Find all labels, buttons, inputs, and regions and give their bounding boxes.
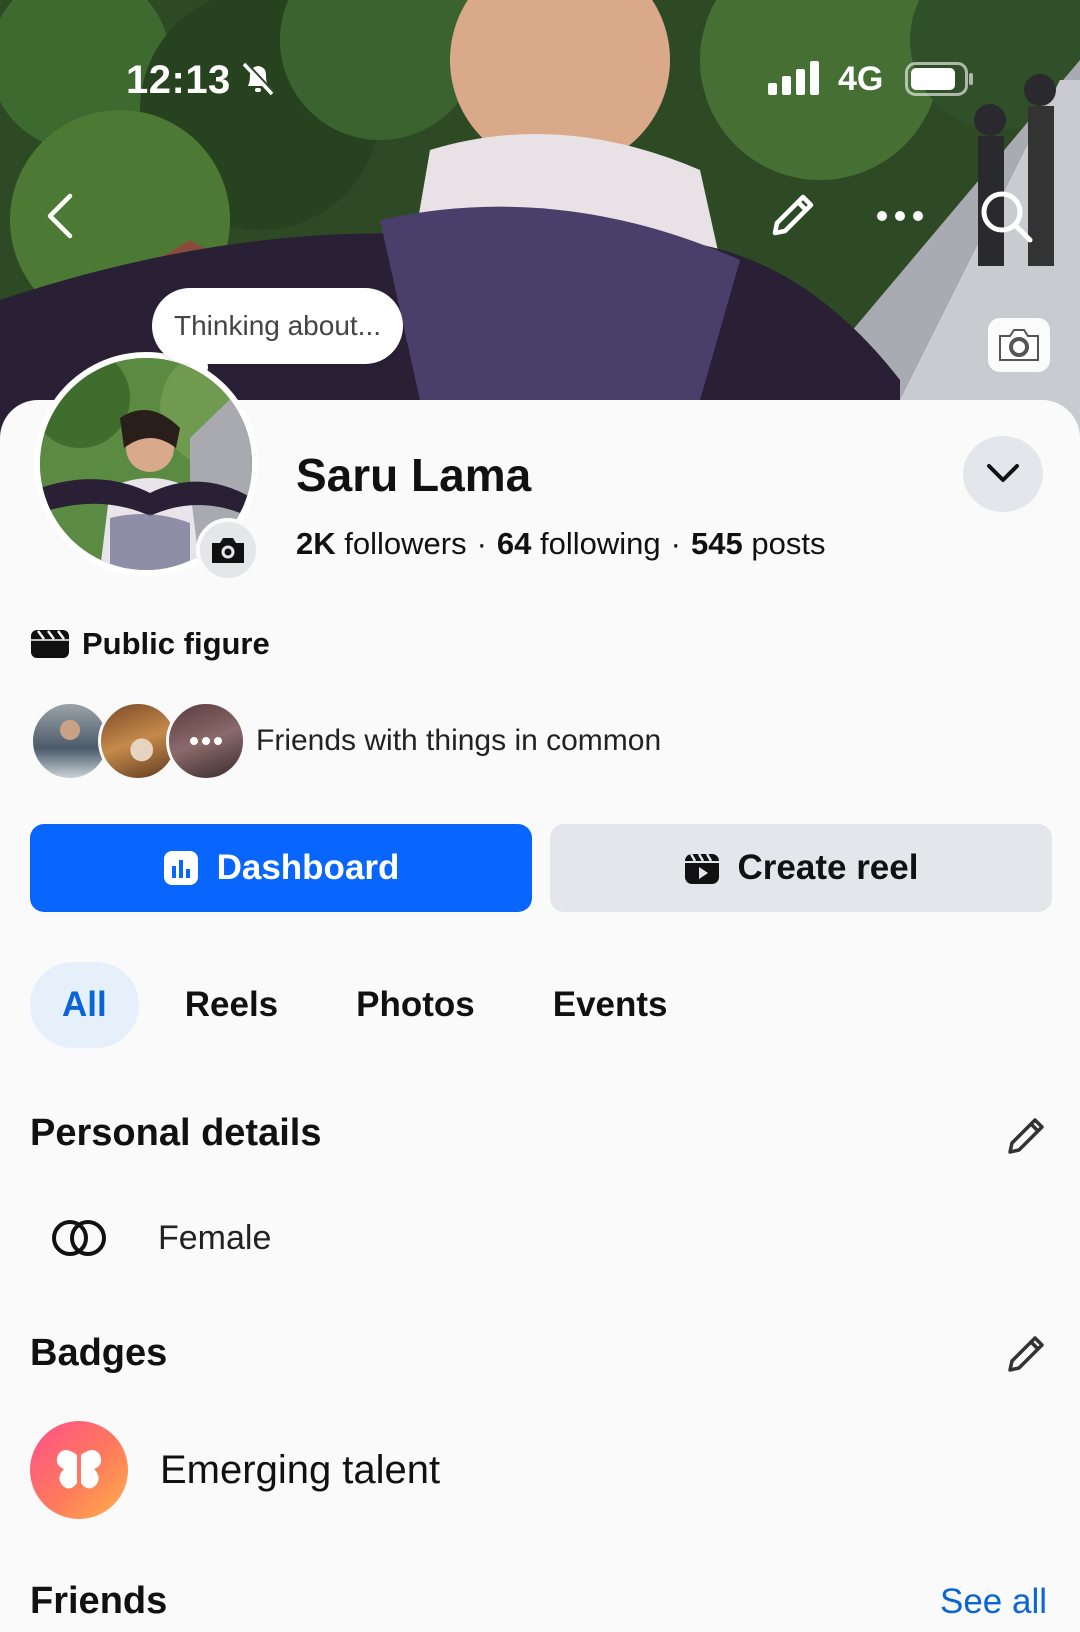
chevron-down-icon [987, 464, 1019, 482]
cover-top-nav [0, 186, 1080, 246]
more-dots-icon [190, 737, 222, 745]
thought-bubble-text: Thinking about... [174, 310, 382, 341]
butterfly-icon [56, 1450, 102, 1489]
tab-photos[interactable]: Photos [324, 962, 507, 1048]
mutual-friend-avatar [166, 701, 246, 781]
profile-category-label: Public figure [82, 626, 270, 661]
gender-label: Female [158, 1218, 272, 1257]
bar-chart-icon [163, 851, 198, 885]
edit-profile-button[interactable] [762, 186, 822, 246]
thought-bubble[interactable]: Thinking about... [152, 288, 404, 364]
edit-cover-photo-button[interactable] [988, 318, 1050, 372]
dashboard-button[interactable]: Dashboard [30, 824, 532, 912]
gender-rings-icon [52, 1220, 106, 1256]
edit-personal-details-button[interactable] [1000, 1110, 1052, 1162]
stats-separator: · [476, 526, 487, 561]
profile-name: Saru Lama [296, 449, 532, 501]
more-options-button[interactable] [870, 186, 930, 246]
badge-icon-circle [30, 1421, 128, 1519]
posts-label: posts [751, 526, 826, 561]
badges-title: Badges [30, 1332, 168, 1374]
pencil-icon [772, 194, 814, 236]
tab-reels[interactable]: Reels [153, 962, 310, 1048]
network-type: 4G [838, 60, 884, 98]
profile-tabs: All Reels Photos Events [30, 962, 714, 1048]
tab-all[interactable]: All [30, 962, 139, 1048]
search-button[interactable] [976, 186, 1036, 246]
profile-switch-button[interactable] [963, 436, 1043, 512]
profile-category: Public figure [30, 626, 270, 662]
edit-profile-picture-button[interactable] [196, 518, 260, 582]
cellular-signal-icon [768, 61, 824, 100]
status-time: 12:13 [126, 58, 231, 102]
followers-stat[interactable]: 2K followers [296, 526, 467, 561]
tab-events[interactable]: Events [521, 962, 700, 1048]
badge-label: Emerging talent [160, 1447, 441, 1492]
back-button[interactable] [30, 186, 90, 246]
more-dots-icon [877, 211, 923, 221]
badge-emerging-talent[interactable]: Emerging talent [30, 1420, 440, 1520]
following-stat[interactable]: 64 following [497, 526, 661, 561]
reel-icon [684, 853, 719, 884]
posts-count: 545 [690, 526, 743, 561]
create-reel-button-label: Create reel [737, 848, 919, 887]
camera-icon [999, 329, 1039, 361]
followers-count: 2K [296, 526, 336, 561]
search-icon [981, 191, 1033, 243]
following-label: following [540, 526, 661, 561]
profile-stats: 2K followers · 64 following · 545 posts [296, 526, 825, 562]
status-bar: 12:13 4G [0, 48, 1080, 108]
mutual-friends-text: Friends with things in common [256, 724, 662, 757]
friends-title: Friends [30, 1580, 168, 1622]
create-reel-button[interactable]: Create reel [550, 824, 1052, 912]
pencil-icon [1008, 1118, 1044, 1154]
battery-icon [905, 62, 975, 101]
mutual-friends[interactable]: Friends with things in common [30, 700, 661, 782]
posts-stat: 545 posts [691, 526, 825, 561]
edit-badges-button[interactable] [1000, 1328, 1052, 1380]
pencil-icon [1008, 1336, 1044, 1372]
following-count: 64 [496, 526, 532, 561]
camera-icon [212, 538, 244, 563]
chevron-left-icon [47, 193, 73, 239]
personal-details-title: Personal details [30, 1112, 322, 1154]
clapperboard-icon [31, 630, 69, 658]
stats-separator: · [670, 526, 681, 561]
silent-mode-icon [240, 60, 276, 103]
followers-label: followers [344, 526, 467, 561]
personal-detail-gender: Female [50, 1208, 271, 1268]
see-all-friends-link[interactable]: See all [940, 1582, 1047, 1622]
profile-actions: Dashboard Create reel [30, 824, 1052, 912]
dashboard-button-label: Dashboard [216, 848, 400, 887]
